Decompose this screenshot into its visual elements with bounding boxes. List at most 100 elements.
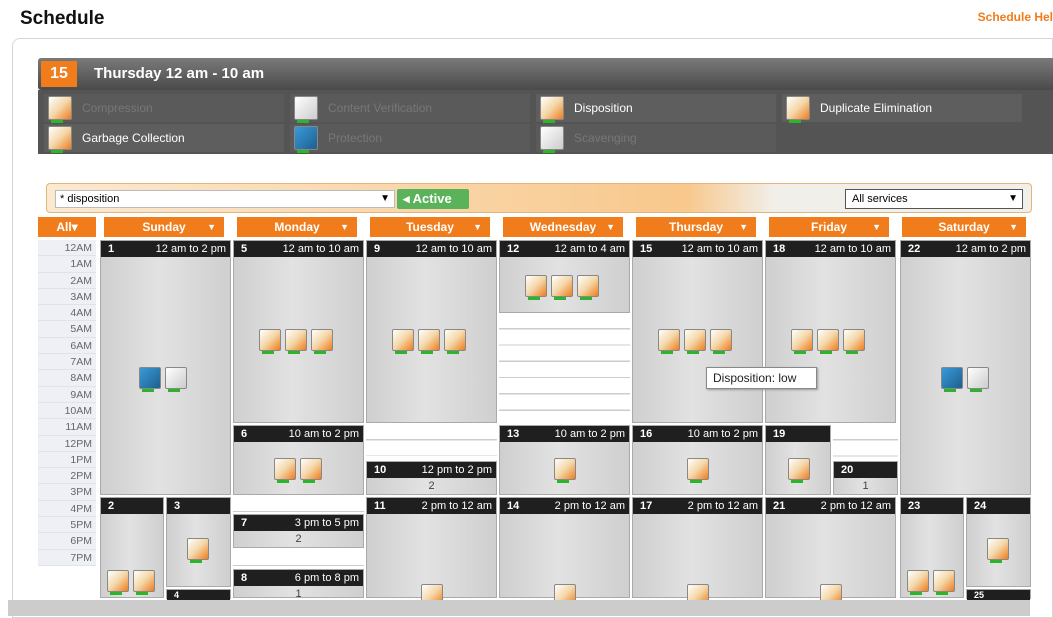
service-duplicate-elimination[interactable]: Duplicate Elimination bbox=[782, 94, 1022, 123]
service-scavenging: Scavenging bbox=[536, 124, 776, 153]
time-label: 1PM bbox=[38, 451, 96, 469]
time-label: 1AM bbox=[38, 256, 96, 273]
empty-slots bbox=[833, 424, 898, 458]
tooltip: Disposition: low bbox=[706, 367, 817, 389]
schedule-slot[interactable]: 1 12 am to 2 pm bbox=[100, 240, 231, 495]
garbage-collection-icon bbox=[107, 570, 129, 595]
disposition-icon bbox=[551, 275, 573, 300]
schedule-slot[interactable]: 13 10 am to 2 pm bbox=[499, 425, 630, 495]
day-header-wednesday[interactable]: Wednesday ▼ bbox=[503, 217, 623, 237]
garbage-collection-icon bbox=[525, 275, 547, 300]
schedule-slot[interactable]: 2 bbox=[100, 497, 164, 598]
schedule-slot[interactable]: 19 bbox=[765, 425, 831, 495]
protection-icon bbox=[139, 367, 161, 392]
schedule-slot[interactable]: 11 2 pm to 12 am bbox=[366, 497, 497, 609]
time-label: 3PM bbox=[38, 484, 96, 501]
time-label: 3AM bbox=[38, 288, 96, 306]
day-header-monday[interactable]: Monday ▼ bbox=[237, 217, 357, 237]
chevron-down-icon: ▼ bbox=[380, 193, 390, 204]
chevron-down-icon: ▼ bbox=[1008, 193, 1018, 204]
schedule-slot[interactable]: 9 12 am to 10 am bbox=[366, 240, 497, 423]
time-label: 12PM bbox=[38, 435, 96, 452]
time-column: 12AM 1AM 2AM 3AM 4AM 5AM 6AM 7AM 8AM 9AM 10AM… bbox=[38, 240, 96, 566]
scavenging-icon bbox=[788, 458, 810, 483]
horizontal-scrollbar[interactable] bbox=[8, 600, 1030, 616]
disposition-icon bbox=[817, 329, 839, 354]
time-label: 7AM bbox=[38, 354, 96, 371]
job-number: 15 bbox=[41, 61, 77, 87]
scavenging-icon bbox=[554, 458, 576, 483]
schedule-slot[interactable]: 21 2 pm to 12 am bbox=[765, 497, 896, 609]
time-label: 9AM bbox=[38, 386, 96, 403]
schedule-slot[interactable]: 16 10 am to 2 pm bbox=[632, 425, 763, 495]
time-label: 5AM bbox=[38, 321, 96, 338]
duplicate-elimination-icon bbox=[577, 275, 599, 300]
job-header: 15 Thursday 12 am - 10 am bbox=[38, 58, 1053, 90]
disposition-icon bbox=[274, 458, 296, 483]
scavenging-icon bbox=[987, 538, 1009, 563]
schedule-slot[interactable]: 25 bbox=[966, 589, 1031, 600]
duplicate-elimination-icon bbox=[843, 329, 865, 354]
time-label: 6PM bbox=[38, 533, 96, 550]
disposition-icon bbox=[418, 329, 440, 354]
services-panel: Compression Content Verification Disposi… bbox=[38, 90, 1053, 154]
disposition-icon bbox=[540, 96, 564, 123]
disposition-icon bbox=[933, 570, 955, 595]
scavenging-icon bbox=[187, 538, 209, 563]
day-header-sunday[interactable]: Sunday ▼ bbox=[104, 217, 224, 237]
content-verification-icon bbox=[165, 367, 187, 392]
empty-slots bbox=[233, 496, 364, 512]
disposition-icon bbox=[133, 570, 155, 595]
day-header-thursday[interactable]: Thursday ▼ bbox=[636, 217, 756, 237]
schedule-slot[interactable]: 10 12 pm to 2 pm 2 bbox=[366, 461, 497, 495]
job-title: Thursday 12 am - 10 am bbox=[94, 65, 265, 82]
schedule-slot[interactable]: 17 2 pm to 12 am bbox=[632, 497, 763, 609]
service-garbage-collection[interactable]: Garbage Collection bbox=[44, 124, 284, 153]
content-verification-icon bbox=[967, 367, 989, 392]
time-label: 7PM bbox=[38, 549, 96, 566]
service-protection: Protection bbox=[290, 124, 530, 153]
schedule-slot[interactable]: 5 12 am to 10 am bbox=[233, 240, 364, 423]
schedule-slot[interactable]: 12 12 am to 4 am bbox=[499, 240, 630, 313]
time-label: 4PM bbox=[38, 500, 96, 518]
schedule-slot[interactable]: 23 bbox=[900, 497, 964, 598]
service-filter-select[interactable]: All services ▼ bbox=[845, 189, 1023, 209]
schedule-slot[interactable]: 3 bbox=[166, 497, 231, 587]
content-verification-icon bbox=[294, 96, 318, 123]
scavenging-icon bbox=[540, 126, 564, 153]
compression-icon bbox=[48, 96, 72, 123]
schedule-slot[interactable]: 86 pm to 8 pm 1 bbox=[233, 569, 364, 600]
empty-slots bbox=[233, 550, 364, 566]
service-content-verification: Content Verification bbox=[290, 94, 530, 123]
garbage-collection-icon bbox=[907, 570, 929, 595]
schedule-slot[interactable]: 4 bbox=[166, 589, 231, 600]
schedule-slot[interactable]: 22 12 am to 2 pm bbox=[900, 240, 1031, 495]
schedule-slot[interactable]: 20 1 bbox=[833, 461, 898, 495]
garbage-collection-icon bbox=[791, 329, 813, 354]
day-header-tuesday[interactable]: Tuesday ▼ bbox=[370, 217, 490, 237]
time-label: 4AM bbox=[38, 305, 96, 322]
schedule-slot[interactable]: 6 10 am to 2 pm bbox=[233, 425, 364, 495]
day-header-saturday[interactable]: Saturday ▼ bbox=[902, 217, 1026, 237]
job-filter-select[interactable]: * disposition ▼ bbox=[55, 190, 395, 208]
garbage-collection-icon bbox=[658, 329, 680, 354]
time-label: 11AM bbox=[38, 419, 96, 436]
schedule-help-link[interactable]: Schedule Hel bbox=[978, 10, 1053, 24]
day-header-friday[interactable]: Friday ▼ bbox=[769, 217, 889, 237]
duplicate-elimination-icon bbox=[444, 329, 466, 354]
time-label: 10AM bbox=[38, 402, 96, 420]
schedule-slot[interactable]: 14 2 pm to 12 am bbox=[499, 497, 630, 609]
schedule-slot[interactable]: 73 pm to 5 pm 2 bbox=[233, 514, 364, 548]
garbage-collection-icon bbox=[48, 126, 72, 153]
all-days-button[interactable]: All▾ bbox=[38, 217, 96, 237]
schedule-slot[interactable]: 18 12 am to 10 am bbox=[765, 240, 896, 423]
protection-icon bbox=[941, 367, 963, 392]
active-status-button[interactable]: ◂ Active bbox=[397, 189, 469, 209]
duplicate-elimination-icon bbox=[311, 329, 333, 354]
schedule-slot[interactable]: 15 12 am to 10 am bbox=[632, 240, 763, 423]
page-title: Schedule bbox=[20, 8, 105, 29]
service-disposition[interactable]: Disposition bbox=[536, 94, 776, 123]
service-compression: Compression bbox=[44, 94, 284, 123]
schedule-slot[interactable]: 24 bbox=[966, 497, 1031, 587]
duplicate-elimination-icon bbox=[786, 96, 810, 123]
